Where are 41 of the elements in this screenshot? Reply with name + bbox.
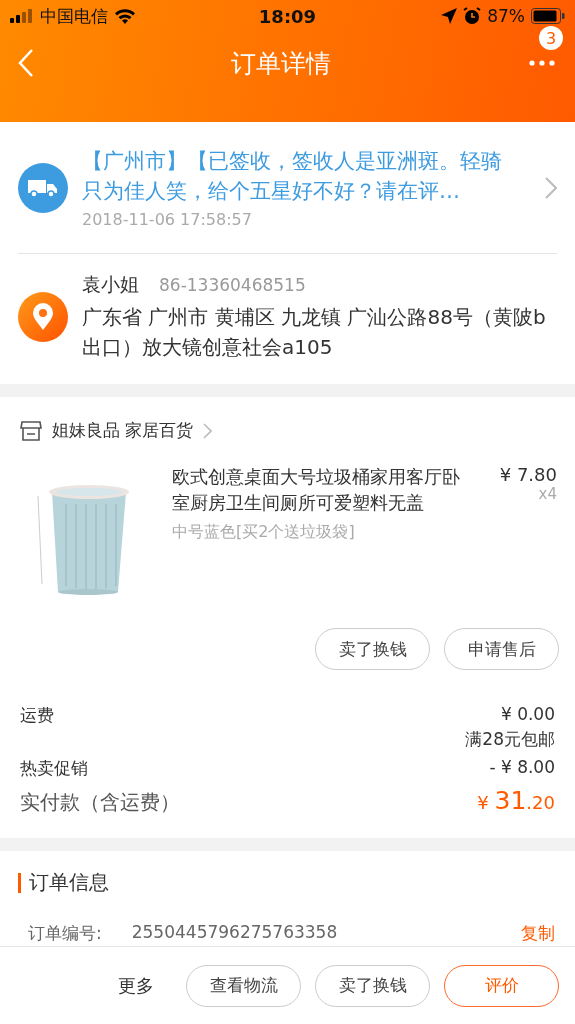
- action-button[interactable]: 卖了换钱: [315, 964, 430, 1007]
- recipient-phone: 86-13360468515: [159, 275, 306, 295]
- recipient-name: 袁小姐: [82, 272, 139, 297]
- location-pin-icon: [18, 292, 68, 342]
- product-quantity: x4: [538, 485, 557, 503]
- action-button[interactable]: 查看物流: [186, 964, 301, 1007]
- shop-name[interactable]: 姐妹良品 家居百货: [52, 419, 194, 442]
- battery-percent: 87%: [487, 6, 525, 26]
- notification-badge: 3: [539, 26, 563, 50]
- fee-label: 运费: [20, 704, 54, 727]
- truck-icon: [18, 162, 68, 213]
- fee-value: - ¥ 8.00: [489, 757, 555, 777]
- alarm-icon: [463, 7, 482, 25]
- product-variant: 中号蓝色[买2个送垃圾袋]: [172, 522, 356, 543]
- page-title: 订单详情: [229, 47, 332, 80]
- action-button[interactable]: 申请售后: [444, 628, 559, 670]
- signal-icon: [10, 9, 34, 23]
- order-number: 2550445796275763358: [131, 922, 339, 944]
- carrier-name: 中国电信: [40, 4, 108, 28]
- total-amount: ¥ 31.20: [477, 786, 555, 815]
- action-button[interactable]: 卖了换钱: [315, 628, 430, 670]
- fee-note: 满28元包邮: [465, 728, 555, 751]
- section-title: 订单信息: [29, 869, 109, 896]
- wifi-icon: [114, 8, 136, 24]
- store-icon: [20, 420, 42, 441]
- shipping-address: 广东省 广州市 黄埔区 九龙镇 广汕公路88号（黄陂b出口）放大镜创意社会a105: [82, 304, 547, 361]
- chevron-right-icon[interactable]: [545, 176, 557, 199]
- more-icon[interactable]: [529, 60, 555, 66]
- product-title[interactable]: 欧式创意桌面大号垃圾桶家用客厅卧室厨房卫生间厕所可爱塑料无盖: [172, 464, 469, 516]
- fee-value: ¥ 0.00: [500, 704, 555, 724]
- location-icon: [441, 8, 458, 24]
- product-price: ¥ 7.80: [499, 464, 557, 485]
- info-label: 订单编号:: [28, 922, 102, 945]
- fee-label: 热卖促销: [20, 757, 88, 780]
- logistics-time: 2018-11-06 17:58:57: [82, 210, 253, 229]
- status-time: 18:09: [257, 5, 318, 27]
- more-link[interactable]: 更多: [118, 973, 154, 998]
- chevron-right-icon[interactable]: [203, 422, 213, 439]
- back-icon[interactable]: [18, 48, 34, 78]
- battery-icon: [531, 8, 565, 24]
- total-label: 实付款（含运费）: [20, 789, 180, 816]
